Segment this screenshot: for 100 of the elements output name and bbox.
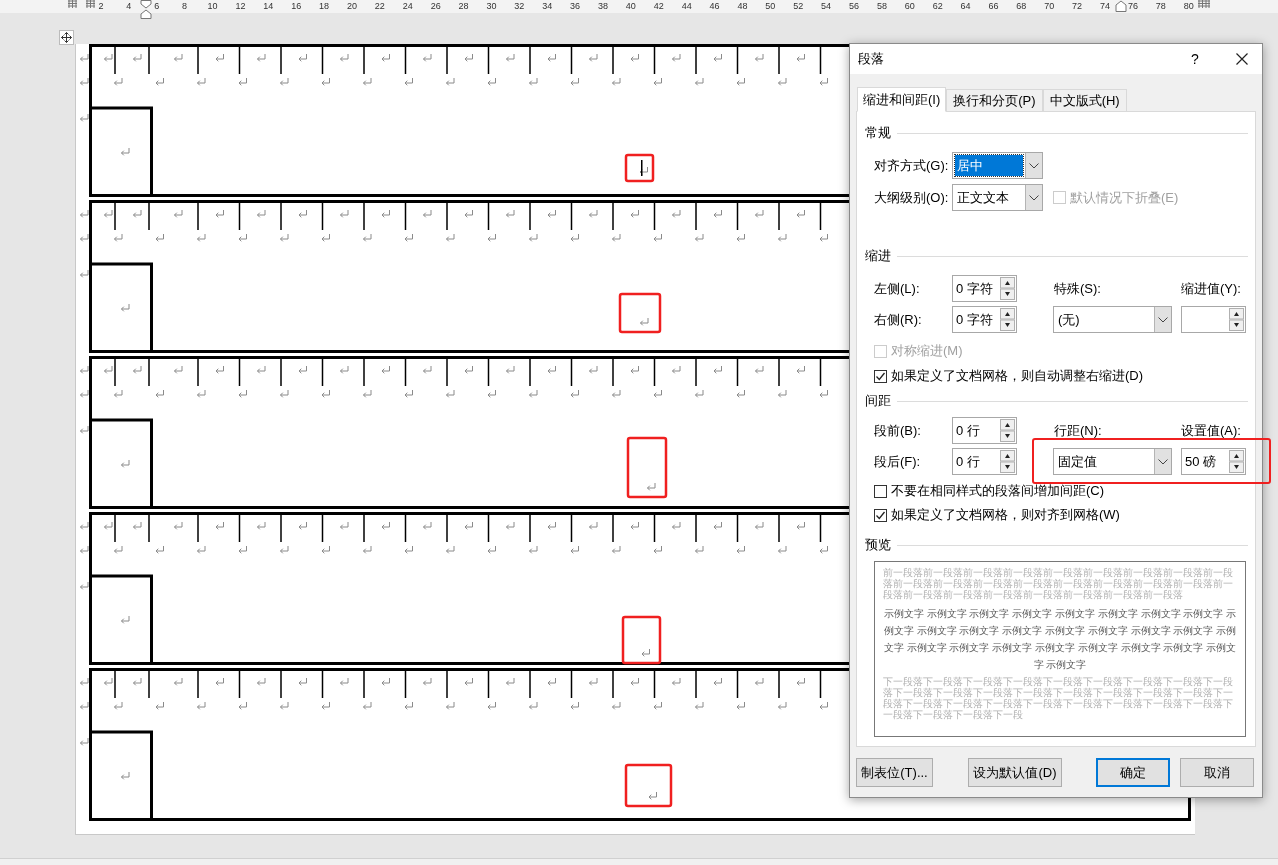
- paragraph-mark-icon: [547, 53, 556, 62]
- number-field[interactable]: 0 行: [952, 417, 1017, 444]
- tab[interactable]: 缩进和间距(I): [857, 87, 947, 112]
- paragraph-mark-icon: [197, 545, 206, 554]
- paragraph-mark-icon: [796, 53, 805, 62]
- paragraph-mark-icon: [446, 545, 455, 554]
- checkbox[interactable]: [874, 369, 887, 383]
- spin-buttons-icon[interactable]: [1000, 450, 1015, 473]
- ruler-number: 40: [625, 0, 636, 13]
- ruler-number: 26: [430, 0, 441, 13]
- paragraph-mark-icon: [672, 521, 681, 530]
- paragraph-mark-icon: [298, 209, 307, 218]
- paragraph-mark-icon: [464, 209, 473, 218]
- chevron-down-icon: [1158, 458, 1168, 465]
- ruler-number: 22: [374, 0, 385, 13]
- number-field[interactable]: 0 字符: [952, 275, 1017, 302]
- spin-buttons-icon[interactable]: [1000, 308, 1015, 331]
- paragraph-mark-icon: [340, 521, 349, 530]
- move-icon: [61, 32, 72, 43]
- paragraph-mark-icon: [121, 615, 130, 624]
- grid-icon[interactable]: [1198, 0, 1210, 8]
- paragraph-mark-icon: [404, 233, 413, 242]
- paragraph-mark-icon: [423, 677, 432, 686]
- spin-buttons-icon[interactable]: [1000, 419, 1015, 442]
- checkbox[interactable]: [874, 508, 887, 522]
- spin-buttons-icon[interactable]: [1229, 308, 1244, 331]
- dropdown[interactable]: 固定值: [1053, 448, 1172, 475]
- ruler-number: 12: [235, 0, 246, 13]
- paragraph-mark-icon: [174, 521, 183, 530]
- paragraph-mark-icon: [464, 521, 473, 530]
- dialog-button[interactable]: 确定: [1096, 758, 1170, 787]
- ruler-number: 36: [570, 0, 581, 13]
- spin-buttons-icon[interactable]: [1000, 277, 1015, 300]
- paragraph-mark-icon: [80, 581, 89, 590]
- paragraph-mark-icon: [321, 545, 330, 554]
- paragraph-mark-icon: [80, 269, 89, 278]
- paragraph-mark-icon: [80, 233, 89, 242]
- paragraph-mark-icon: [423, 53, 432, 62]
- paragraph-mark-icon: [570, 77, 579, 86]
- checkbox-label: 默认情况下折叠(E): [1070, 188, 1179, 207]
- number-field[interactable]: 0 行: [952, 448, 1017, 475]
- paragraph-mark-icon: [672, 53, 681, 62]
- paragraph-mark-icon: [404, 545, 413, 554]
- checkbox-label[interactable]: 如果定义了文档网格，则对齐到网格(W): [891, 505, 1120, 525]
- number-field[interactable]: [1181, 306, 1246, 333]
- table-move-handle[interactable]: [59, 30, 74, 45]
- paragraph-mark-icon: [647, 482, 656, 491]
- paragraph-mark-icon: [487, 701, 496, 710]
- section-heading: 预览: [865, 536, 891, 555]
- tab[interactable]: 换行和分页(P): [946, 89, 1043, 111]
- dialog-button[interactable]: 取消: [1180, 758, 1254, 787]
- checkbox[interactable]: [874, 484, 887, 498]
- dropdown[interactable]: 居中: [952, 152, 1043, 179]
- ruler-number: 56: [849, 0, 859, 13]
- paragraph-mark-icon: [653, 389, 662, 398]
- number-field[interactable]: 50 磅: [1181, 448, 1246, 475]
- paragraph-mark-icon: [778, 701, 787, 710]
- paragraph-mark-icon: [238, 77, 247, 86]
- dropdown[interactable]: (无): [1053, 306, 1172, 333]
- ruler-number: 80: [1183, 0, 1194, 13]
- paragraph-mark-icon: [570, 233, 579, 242]
- indent-marker-icon[interactable]: [140, 0, 152, 19]
- spin-buttons-icon[interactable]: [1229, 450, 1244, 473]
- paragraph-mark-icon: [80, 77, 89, 86]
- checkbox-label[interactable]: 如果定义了文档网格，则自动调整右缩进(D): [891, 366, 1144, 386]
- field-label: 段前(B):: [874, 421, 922, 440]
- paragraph-mark-icon: [641, 648, 650, 657]
- paragraph-mark-icon: [298, 677, 307, 686]
- paragraph-mark-icon: [215, 209, 224, 218]
- help-button[interactable]: ?: [1180, 44, 1210, 74]
- grid-icon[interactable]: [86, 0, 95, 8]
- number-field[interactable]: 0 字符: [952, 306, 1017, 333]
- paragraph-mark-icon: [80, 53, 89, 62]
- grid-icon[interactable]: [68, 0, 77, 8]
- field-label: 行距(N):: [1054, 421, 1103, 440]
- paragraph-mark-icon: [114, 389, 123, 398]
- chevron-down-icon: [1029, 162, 1039, 169]
- paragraph-mark-icon: [713, 521, 722, 530]
- paragraph-mark-icon: [174, 53, 183, 62]
- paragraph-mark-icon: [257, 53, 266, 62]
- ruler-number: 4: [126, 0, 132, 13]
- paragraph-mark-icon: [381, 209, 390, 218]
- chevron-down-icon: [1029, 194, 1039, 201]
- paragraph-mark-icon: [114, 545, 123, 554]
- checkbox-label[interactable]: 不要在相同样式的段落间增加间距(C): [891, 481, 1105, 501]
- paragraph-mark-icon: [80, 521, 89, 530]
- paragraph-mark-icon: [257, 677, 266, 686]
- dialog-button[interactable]: 制表位(T)...: [856, 758, 933, 787]
- paragraph-mark-icon: [104, 677, 113, 686]
- paragraph-mark-icon: [215, 521, 224, 530]
- paragraph-mark-icon: [529, 77, 538, 86]
- tab[interactable]: 中文版式(H): [1042, 89, 1127, 111]
- paragraph-mark-icon: [487, 545, 496, 554]
- paragraph-mark-icon: [121, 459, 130, 468]
- paragraph-mark-icon: [653, 545, 662, 554]
- indent-marker-icon[interactable]: [1115, 0, 1127, 12]
- dropdown[interactable]: 正文文本: [952, 184, 1043, 211]
- dialog-button[interactable]: 设为默认值(D): [968, 758, 1062, 787]
- ruler-number: 68: [1016, 0, 1027, 13]
- paragraph-mark-icon: [298, 53, 307, 62]
